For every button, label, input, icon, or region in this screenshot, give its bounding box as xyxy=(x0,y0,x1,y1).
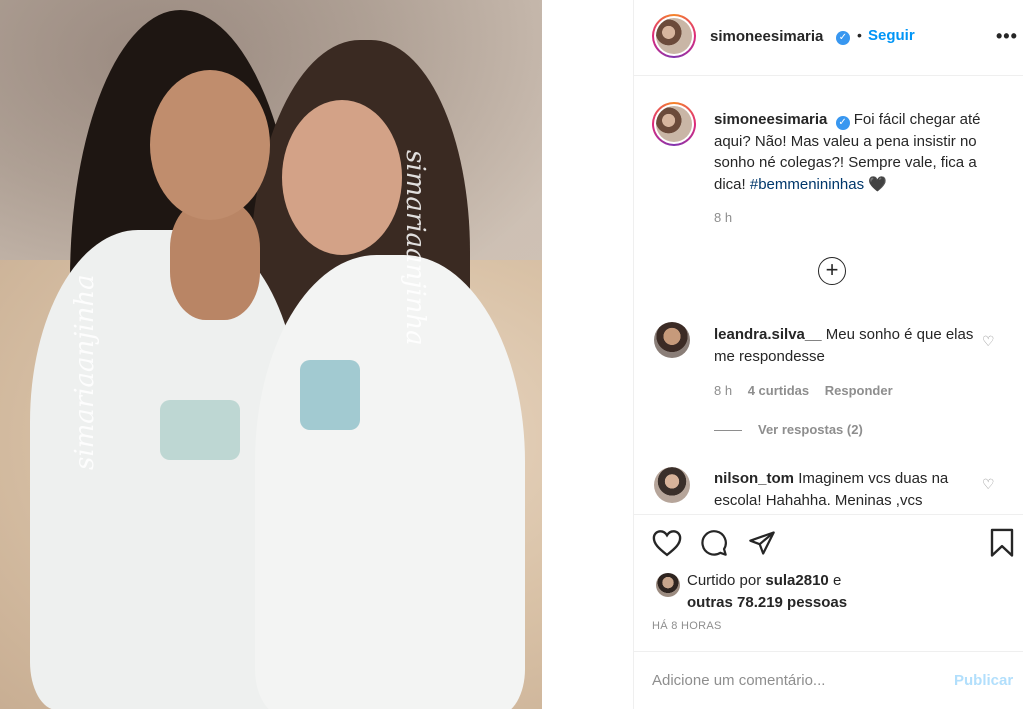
caption-hashtag[interactable]: #bemmenininhas xyxy=(750,176,864,193)
black-heart-emoji: 🖤 xyxy=(868,175,887,193)
reply-button[interactable]: Responder xyxy=(825,383,893,398)
comment-meta: 8 h 4 curtidas Responder xyxy=(714,383,905,398)
share-paper-plane-icon[interactable] xyxy=(748,529,776,557)
comment-text: nilson_tom Imaginem vcs duas na escola! … xyxy=(714,468,984,511)
likes-prefix: Curtido por xyxy=(687,572,762,589)
post-header: simoneesimaria ✓ • Seguir ••• xyxy=(634,0,1023,76)
commenter-username[interactable]: nilson_tom xyxy=(714,470,794,487)
likes-conjunction: e xyxy=(832,572,842,589)
caption-author-avatar[interactable] xyxy=(652,102,696,146)
load-more-comments-icon[interactable]: + xyxy=(818,257,846,285)
comment-text: leandra.silva__ Meu sonho é que elas me … xyxy=(714,324,984,367)
add-comment-bar: Publicar xyxy=(634,651,1023,709)
commenter-avatar[interactable] xyxy=(654,322,690,358)
caption-text: simoneesimaria ✓ Foi fácil chegar até aq… xyxy=(714,109,1004,195)
photo-pane: simariaanjinha simariaanjinha xyxy=(0,0,633,709)
more-options-icon[interactable]: ••• xyxy=(996,26,1018,47)
likes-summary: Curtido por sula2810 e outras 78.219 pes… xyxy=(687,570,1007,613)
liker-avatar[interactable] xyxy=(656,573,680,597)
comment-bubble-icon[interactable] xyxy=(700,529,728,557)
caption-username[interactable]: simoneesimaria xyxy=(714,111,827,128)
post-side-panel: simoneesimaria ✓ • Seguir ••• simoneesim… xyxy=(633,0,1023,709)
likes-others-count[interactable]: outras 78.219 pessoas xyxy=(687,594,847,611)
comment-time[interactable]: 8 h xyxy=(714,383,732,398)
publish-button[interactable]: Publicar xyxy=(954,672,1013,689)
verified-badge-icon: ✓ xyxy=(836,31,850,45)
photo-watermark-right: simariaanjinha xyxy=(400,150,430,346)
photo-shirt-print-right xyxy=(300,360,360,430)
author-username[interactable]: simoneesimaria xyxy=(710,28,823,45)
comment-likes-count[interactable]: 4 curtidas xyxy=(748,383,809,398)
post-actions: Curtido por sula2810 e outras 78.219 pes… xyxy=(634,514,1023,632)
header-separator: • xyxy=(857,27,862,43)
comment-input[interactable] xyxy=(652,668,932,692)
photo-person-right-body xyxy=(255,255,525,709)
photo-watermark-left: simariaanjinha xyxy=(70,274,100,470)
view-replies-label: Ver respostas (2) xyxy=(758,422,863,437)
author-avatar[interactable] xyxy=(652,14,696,58)
photo-person-right-face xyxy=(282,100,402,255)
caption-time[interactable]: 8 h xyxy=(714,210,732,225)
photo-shirt-print-left xyxy=(160,400,240,460)
comment-like-heart-icon[interactable]: ♡ xyxy=(982,476,995,493)
commenter-avatar[interactable] xyxy=(654,467,690,503)
replies-divider xyxy=(714,430,742,432)
verified-badge-icon: ✓ xyxy=(835,116,850,130)
post-timestamp[interactable]: HÁ 8 HORAS xyxy=(652,620,722,632)
commenter-username[interactable]: leandra.silva__ xyxy=(714,326,822,343)
post-photo[interactable]: simariaanjinha simariaanjinha xyxy=(0,0,542,709)
view-replies-button[interactable]: Ver respostas (2) xyxy=(714,422,863,437)
like-heart-icon[interactable] xyxy=(652,529,682,557)
photo-person-left-face xyxy=(150,70,270,220)
comment-like-heart-icon[interactable]: ♡ xyxy=(982,333,995,350)
follow-button[interactable]: Seguir xyxy=(868,27,915,44)
save-bookmark-icon[interactable] xyxy=(989,528,1015,558)
comments-list[interactable]: simoneesimaria ✓ Foi fácil chegar até aq… xyxy=(634,77,1023,514)
liker-username[interactable]: sula2810 xyxy=(765,572,828,589)
